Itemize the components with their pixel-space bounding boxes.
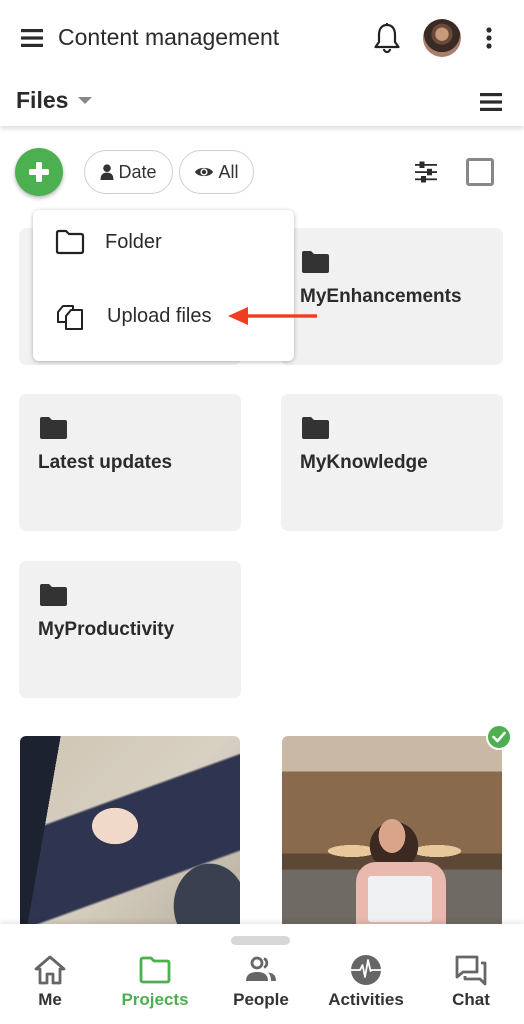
folder-name: MyKnowledge	[300, 452, 428, 473]
date-chip-label: Date	[118, 161, 157, 182]
select-all-checkbox[interactable]	[466, 158, 494, 186]
all-chip-label: All	[218, 161, 239, 182]
folder-card[interactable]: MyEnhancements	[281, 228, 503, 365]
folder-outline-icon	[55, 229, 85, 255]
nav-label: Chat	[452, 990, 490, 1009]
folder-icon	[40, 417, 67, 439]
nav-label: People	[233, 990, 289, 1009]
nav-label: Activities	[328, 990, 404, 1009]
date-filter-chip[interactable]: Date	[84, 150, 173, 194]
folder-card[interactable]: MyKnowledge	[281, 394, 503, 531]
nav-label: Me	[38, 990, 62, 1009]
tune-sliders-icon[interactable]	[414, 160, 438, 184]
menu-item-folder[interactable]: Folder	[33, 214, 294, 270]
files-dropdown[interactable]: Files	[16, 87, 68, 114]
nav-item-chat[interactable]: Chat	[419, 954, 523, 1014]
view-menu-icon[interactable]	[479, 91, 503, 113]
hamburger-icon[interactable]	[20, 26, 44, 50]
folder-icon	[139, 956, 171, 984]
folder-icon	[302, 251, 329, 273]
menu-item-label: Folder	[105, 230, 162, 253]
folder-card[interactable]: Latest updates	[19, 394, 241, 531]
eye-icon	[195, 167, 214, 177]
plus-icon	[29, 162, 49, 182]
selected-check-icon[interactable]	[486, 724, 512, 750]
copy-files-icon	[57, 305, 83, 330]
home-icon	[34, 955, 66, 985]
annotation-arrow-icon	[228, 307, 317, 325]
folder-name: Latest updates	[38, 452, 173, 473]
folder-icon	[302, 417, 329, 439]
people-icon	[246, 956, 276, 981]
nav-item-activities[interactable]: Activities	[314, 954, 418, 1014]
user-avatar[interactable]	[423, 19, 461, 57]
folder-card[interactable]: MyProductivity	[19, 561, 241, 698]
nav-item-projects[interactable]: Projects	[103, 954, 207, 1014]
kebab-menu-icon[interactable]	[484, 26, 494, 50]
nav-item-me[interactable]: Me	[0, 954, 102, 1014]
add-menu: Folder Upload files	[33, 210, 294, 361]
add-button[interactable]	[15, 148, 63, 196]
folder-name: MyEnhancements	[300, 286, 462, 307]
chat-icon	[455, 955, 487, 986]
caret-down-icon[interactable]	[78, 97, 92, 104]
image-thumbnail[interactable]	[282, 736, 502, 932]
page-title: Content management	[58, 24, 280, 50]
nav-item-people[interactable]: People	[209, 954, 313, 1014]
menu-item-label: Upload files	[107, 304, 212, 327]
nav-label: Projects	[121, 990, 189, 1009]
bottom-navigation: Me Projects People Activities Chat	[0, 924, 524, 1024]
activity-pulse-icon	[351, 955, 381, 985]
visibility-filter-chip[interactable]: All	[179, 150, 254, 194]
checkmark-icon	[492, 731, 506, 743]
photo-detail	[368, 876, 432, 922]
folder-icon	[40, 584, 67, 606]
app-bar: Content management	[0, 0, 524, 78]
folder-name: MyProductivity	[38, 619, 175, 640]
image-thumbnail[interactable]	[20, 736, 240, 932]
drag-handle[interactable]	[231, 936, 290, 945]
bell-icon[interactable]	[372, 22, 402, 54]
files-bar: Files	[0, 78, 524, 126]
person-icon	[100, 164, 114, 180]
